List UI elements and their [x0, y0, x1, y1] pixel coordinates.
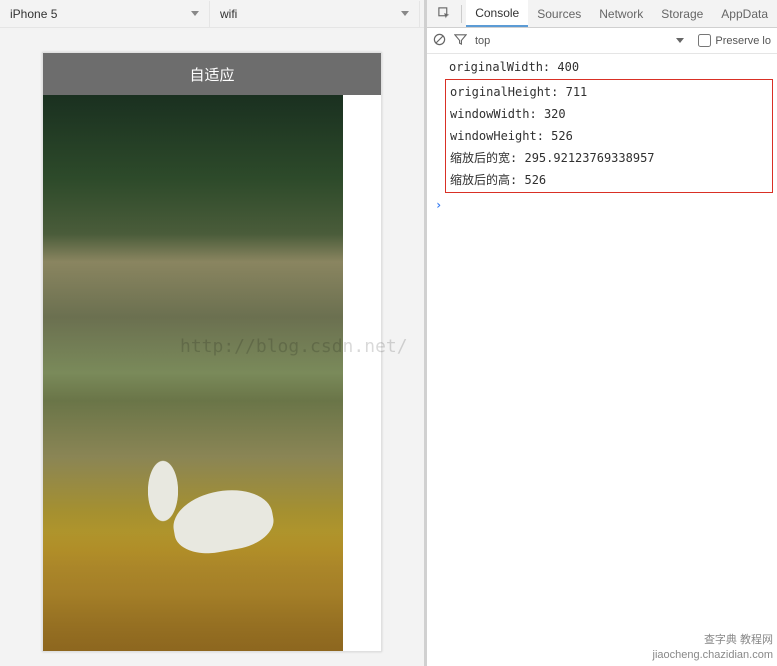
network-select[interactable]: wifi	[210, 1, 420, 27]
funnel-icon	[454, 33, 467, 46]
devtools-tabbar: Console Sources Network Storage AppData	[427, 0, 777, 28]
chevron-down-icon	[401, 11, 409, 16]
tab-appdata[interactable]: AppData	[712, 0, 777, 27]
preserve-log-checkbox[interactable]	[698, 34, 711, 47]
phone-frame: 自适应	[42, 52, 382, 652]
console-log-line: originalHeight: 711	[446, 81, 772, 103]
console-log-line: windowHeight: 526	[446, 125, 772, 147]
context-label: top	[475, 35, 490, 47]
prompt-caret-icon: ›	[435, 198, 442, 212]
console-prompt[interactable]: ›	[427, 194, 777, 216]
console-log-line: 缩放后的宽: 295.92123769338957	[446, 147, 772, 169]
console-filterbar: top Preserve lo	[427, 28, 777, 54]
preserve-log-label: Preserve lo	[715, 35, 771, 47]
context-select[interactable]: top	[475, 35, 490, 47]
chevron-down-icon[interactable]	[676, 38, 684, 43]
device-select[interactable]: iPhone 5	[0, 1, 210, 27]
network-select-label: wifi	[220, 7, 237, 21]
app-header-title: 自适应	[189, 64, 234, 85]
clear-icon	[433, 33, 446, 46]
inspect-icon	[438, 7, 452, 21]
console-log-line: windowWidth: 320	[446, 103, 772, 125]
app-content[interactable]	[43, 95, 381, 651]
console-log-line: 缩放后的高: 526	[446, 169, 772, 191]
separator	[461, 5, 462, 23]
device-toolbar: iPhone 5 wifi	[0, 0, 424, 28]
tab-storage[interactable]: Storage	[652, 0, 712, 27]
image-subject	[163, 471, 283, 571]
tab-console[interactable]: Console	[466, 0, 528, 27]
tab-sources[interactable]: Sources	[528, 0, 590, 27]
corner-watermark: 查字典 教程网 jiaocheng.chazidian.com	[653, 633, 773, 662]
device-select-label: iPhone 5	[10, 7, 57, 21]
chevron-down-icon	[191, 11, 199, 16]
tab-network[interactable]: Network	[590, 0, 652, 27]
devtools-panel: Console Sources Network Storage AppData …	[427, 0, 777, 666]
filter-button[interactable]	[454, 33, 467, 49]
preserve-log-toggle[interactable]: Preserve lo	[698, 34, 771, 47]
clear-console-button[interactable]	[433, 33, 446, 49]
console-highlight-region: originalHeight: 711 windowWidth: 320 win…	[445, 79, 773, 193]
scaled-image	[43, 95, 343, 651]
app-header: 自适应	[43, 53, 381, 95]
console-log-line: originalWidth: 400	[427, 56, 777, 78]
simulator-viewport: 自适应	[0, 28, 424, 666]
console-output[interactable]: originalWidth: 400 originalHeight: 711 w…	[427, 54, 777, 218]
inspect-element-button[interactable]	[433, 7, 457, 21]
